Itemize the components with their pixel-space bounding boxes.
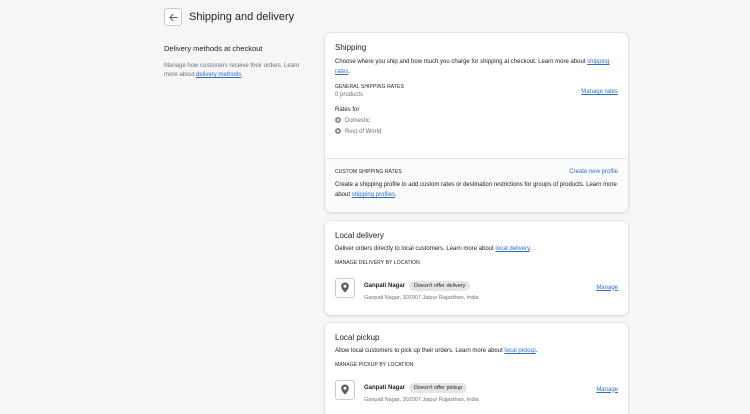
aside-description: Manage how customers receive their order… [164,62,314,80]
location-address: Ganpati Nagar, 302007 Jaipur Rajasthan, … [364,295,479,301]
shipping-desc-end: . [348,69,351,75]
local-pickup-desc-end: . [535,348,538,354]
location-icon-box [335,277,355,298]
location-pin-icon [341,282,349,293]
local-pickup-desc-text: Allow local customers to pick up their o… [335,348,505,354]
aside-desc-end: . [241,72,244,78]
custom-shipping-rates-heading: CUSTOM SHIPPING RATES [335,169,402,175]
zone-rest-of-world: Rest of World [345,129,382,135]
shipping-description: Choose where you ship and how much you c… [335,57,618,77]
local-delivery-link[interactable]: local delivery [495,246,529,252]
location-address: Ganpati Nagar, 302007 Jaipur Rajasthan, … [364,397,479,403]
back-button[interactable] [164,8,182,26]
shipping-profiles-link[interactable]: shipping profiles [352,192,395,198]
delivery-methods-link[interactable]: delivery methods [196,72,241,78]
status-badge: Doesn't offer delivery [409,281,471,291]
zone-icon [335,128,341,135]
pickup-location-row: Ganpati Nagar Doesn't offer pickup Ganpat… [335,376,618,403]
custom-shipping-section: CUSTOM SHIPPING RATES Create new profile… [325,158,628,212]
page-title: Shipping and delivery [189,11,295,23]
shipping-card: Shipping Choose where you ship and how m… [325,33,628,212]
local-pickup-link[interactable]: local pickup [504,348,535,354]
location-name: Ganpati Nagar [364,385,406,391]
location-icon-box [335,379,355,400]
local-delivery-desc-text: Deliver orders directly to local custome… [335,246,496,252]
location-name: Ganpati Nagar [364,283,406,289]
status-badge: Doesn't offer pickup [409,383,468,393]
delivery-location-row: Ganpati Nagar Doesn't offer delivery Ganp… [335,274,618,301]
zone-domestic: Domestic [345,118,371,124]
manage-pickup-heading: MANAGE PICKUP BY LOCATION [335,362,414,368]
location-pin-icon [341,384,349,395]
custom-shipping-description: Create a shipping profile to add custom … [335,180,618,200]
products-count: 0 products [335,92,364,98]
zone-item: Rest of World [335,127,618,137]
arrow-left-icon [168,13,178,21]
shipping-desc-text: Choose where you ship and how much you c… [335,59,588,65]
zone-icon [335,117,341,124]
page-header: Shipping and delivery [164,7,294,27]
local-pickup-card: Local pickup Allow local customers to pi… [325,323,628,414]
local-pickup-title: Local pickup [335,333,380,342]
manage-rates-link[interactable]: Manage rates [581,89,618,95]
local-delivery-card: Local delivery Deliver orders directly t… [325,221,628,315]
create-new-profile-link[interactable]: Create new profile [569,169,618,175]
delivery-methods-aside: Delivery methods at checkout Manage how … [164,44,314,80]
manage-delivery-heading: MANAGE DELIVERY BY LOCATION [335,260,420,266]
zone-item: Domestic [335,116,618,126]
custom-desc-end: . [395,192,397,198]
shipping-title: Shipping [335,43,367,52]
local-delivery-desc-end: . [529,246,532,252]
local-delivery-description: Deliver orders directly to local custome… [335,244,618,254]
local-pickup-description: Allow local customers to pick up their o… [335,346,618,356]
local-delivery-title: Local delivery [335,231,384,240]
manage-delivery-link[interactable]: Manage [596,285,618,291]
manage-pickup-link[interactable]: Manage [596,387,618,393]
rates-for-label: Rates for [335,107,360,113]
aside-title: Delivery methods at checkout [164,44,263,53]
